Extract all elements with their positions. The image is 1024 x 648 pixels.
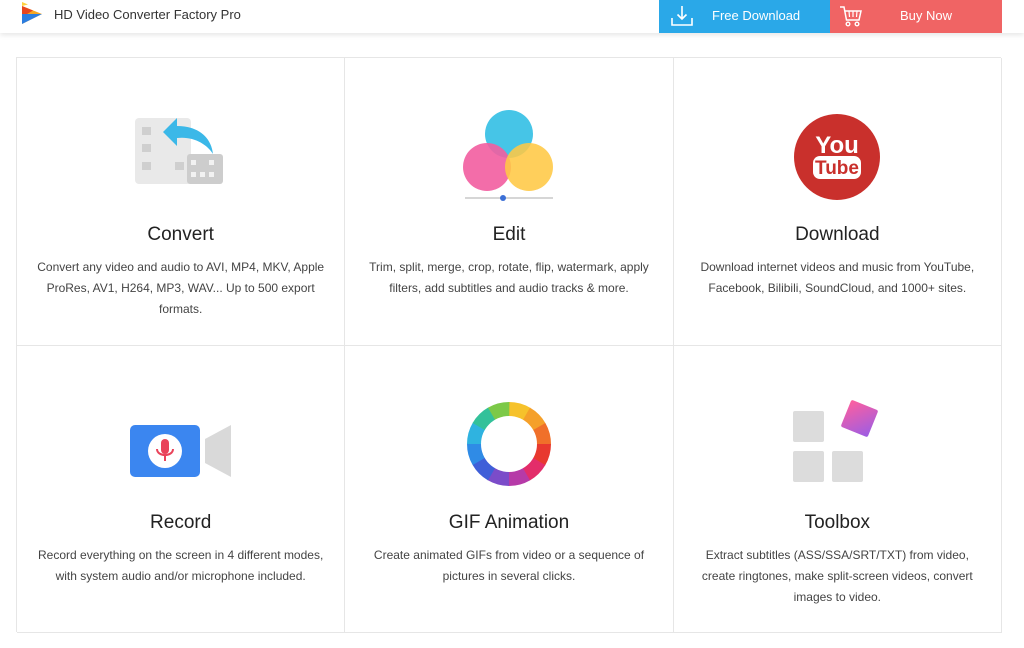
feature-card-convert[interactable]: Convert Convert any video and audio to A…	[17, 58, 346, 346]
app-logo-icon	[22, 2, 42, 24]
buy-now-label: Buy Now	[900, 8, 953, 23]
video-camera-mic-icon	[129, 424, 231, 477]
feature-description: Record everything on the screen in 4 dif…	[38, 547, 324, 583]
shopping-cart-icon	[840, 6, 862, 27]
download-icon	[671, 6, 693, 26]
svg-text:You: You	[816, 132, 860, 159]
feature-description: Convert any video and audio to AVI, MP4,…	[37, 260, 325, 316]
feature-description: Create animated GIFs from video or a seq…	[373, 547, 645, 583]
feature-card-record[interactable]: Record Record everything on the screen i…	[17, 345, 346, 633]
feature-title: GIF Animation	[448, 511, 570, 533]
youtube-icon: You Tube	[794, 114, 881, 200]
video-convert-icon	[134, 118, 223, 184]
feature-title: Toolbox	[804, 511, 871, 533]
feature-title: Convert	[147, 224, 214, 245]
feature-description: Download internet videos and music from …	[700, 260, 975, 295]
svg-text:Tube: Tube	[815, 158, 859, 179]
color-circles-icon	[462, 110, 553, 201]
feature-description: Extract subtitles (ASS/SSA/SRT/TXT) from…	[701, 547, 973, 604]
feature-grid: Convert Convert any video and audio to A…	[16, 57, 1002, 633]
feature-card-download[interactable]: You Tube Download Download internet vide…	[673, 58, 1002, 346]
free-download-label: Free Download	[712, 8, 801, 23]
top-bar: HD Video Converter Factory Pro Free Down…	[0, 0, 1024, 33]
free-download-button[interactable]: Free Download	[659, 0, 830, 33]
toolbox-tiles-icon	[793, 399, 879, 482]
feature-title: Edit	[492, 224, 526, 245]
feature-description: Trim, split, merge, crop, rotate, flip, …	[369, 260, 649, 295]
brand[interactable]: HD Video Converter Factory Pro	[18, 0, 241, 28]
feature-card-toolbox[interactable]: Toolbox Extract subtitles (ASS/SSA/SRT/T…	[673, 345, 1002, 633]
app-name: HD Video Converter Factory Pro	[54, 6, 241, 22]
color-ring-icon	[466, 401, 551, 486]
feature-card-gif-animation[interactable]: GIF Animation Create animated GIFs from …	[345, 345, 674, 633]
buy-now-button[interactable]: Buy Now	[830, 0, 1002, 33]
feature-title: Download	[795, 224, 880, 245]
feature-title: Record	[150, 511, 212, 533]
feature-card-edit[interactable]: Edit Trim, split, merge, crop, rotate, f…	[345, 58, 674, 346]
